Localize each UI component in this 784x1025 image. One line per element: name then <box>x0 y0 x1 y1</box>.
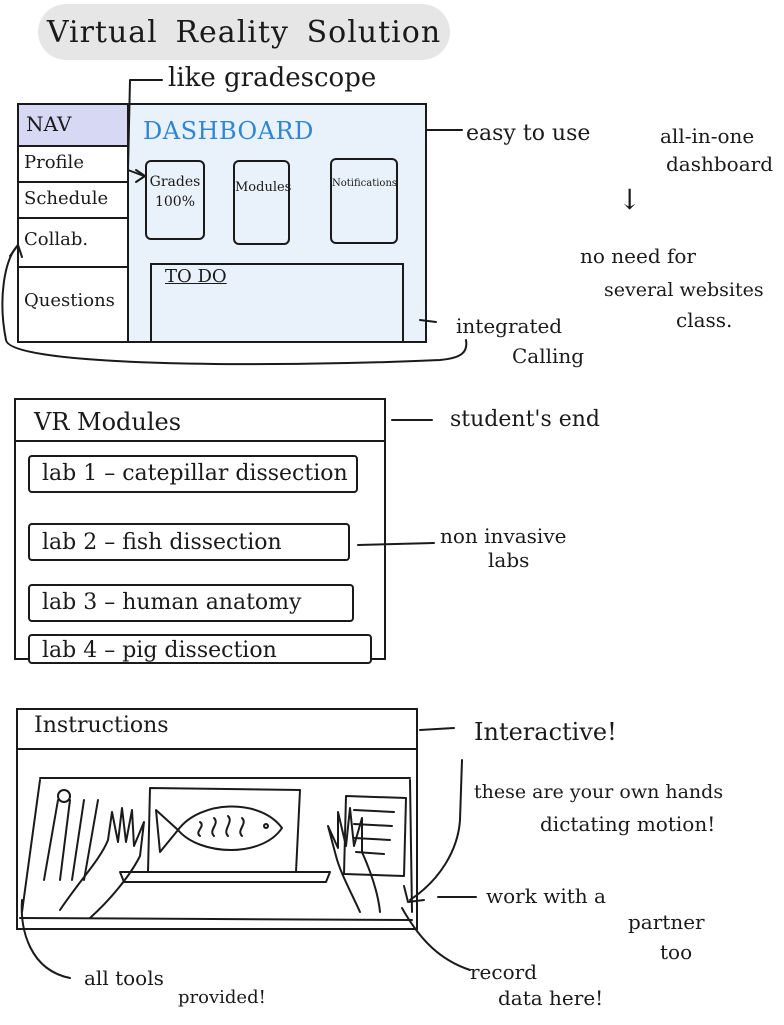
fish-icon <box>155 809 179 853</box>
calling-loop <box>1 244 468 366</box>
table-edge <box>21 779 41 913</box>
fish-icon <box>197 815 245 837</box>
gradescope-bracket <box>127 79 163 177</box>
record-pointer <box>401 907 471 971</box>
sketch-strokes <box>1 79 477 979</box>
arrow-head <box>403 885 425 903</box>
connector-line <box>419 727 455 731</box>
arrow-head <box>9 244 23 258</box>
connector-line <box>357 542 435 546</box>
left-hand-icon <box>59 807 145 919</box>
scene-table <box>19 917 413 921</box>
interactive-pointer <box>409 759 463 901</box>
dissection-tray <box>119 871 331 883</box>
data-lines <box>353 809 395 855</box>
tool-tip-icon <box>57 789 71 803</box>
connector-line <box>419 319 437 323</box>
fish-eye-icon <box>263 823 269 829</box>
dissection-tray <box>147 787 301 873</box>
table-edge <box>409 779 413 913</box>
tools-pointer <box>20 899 71 979</box>
arrow-head <box>135 169 146 183</box>
